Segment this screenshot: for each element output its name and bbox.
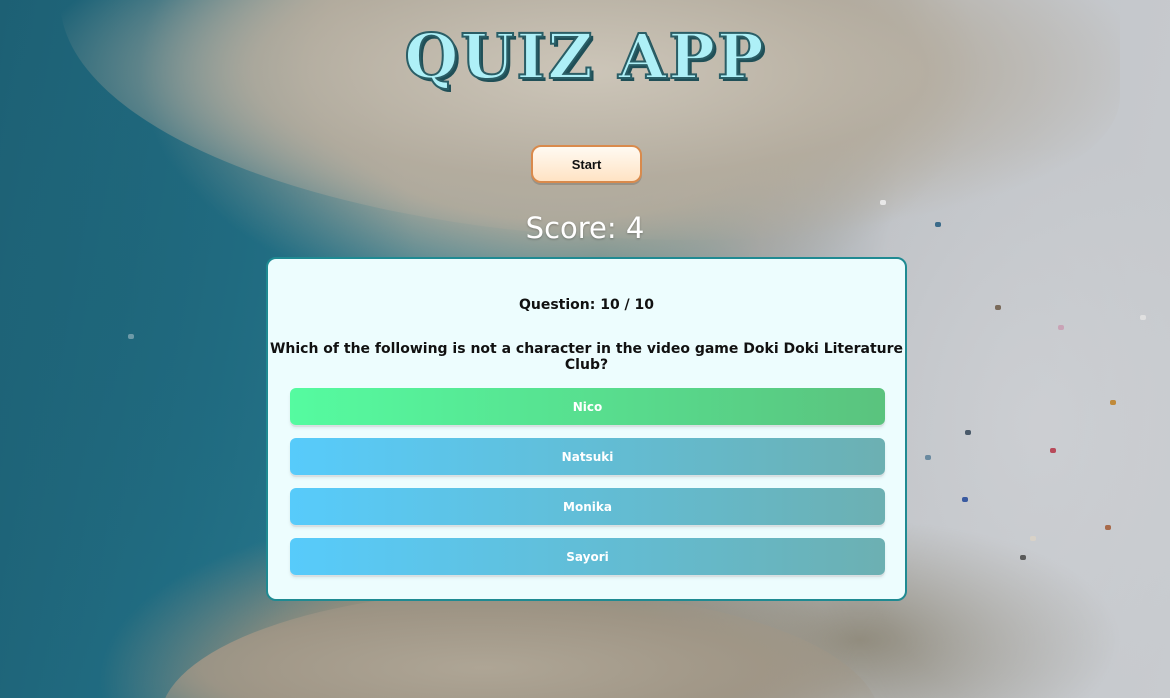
start-button[interactable]: Start (531, 145, 642, 183)
score-display: Score: 4 (525, 211, 645, 245)
answer-button-correct[interactable]: Nico (290, 388, 885, 425)
answer-button[interactable]: Natsuki (290, 438, 885, 475)
answer-button[interactable]: Monika (290, 488, 885, 525)
app-title: QUIZ APP (403, 20, 766, 93)
question-counter: Question: 10 / 10 (518, 297, 655, 313)
question-text: Which of the following is not a characte… (269, 341, 904, 373)
answer-list: Nico Natsuki Monika Sayori (290, 388, 885, 588)
answer-button[interactable]: Sayori (290, 538, 885, 575)
quiz-card: Question: 10 / 10 Which of the following… (266, 257, 907, 601)
